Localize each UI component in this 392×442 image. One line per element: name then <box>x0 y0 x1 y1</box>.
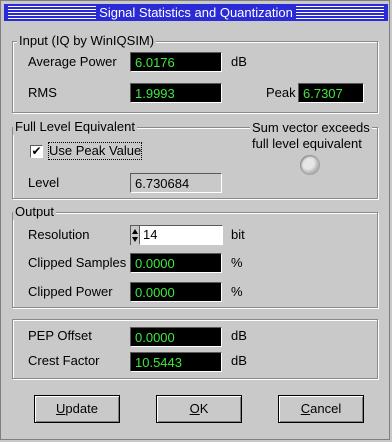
title-bar-stripes-left <box>8 6 96 19</box>
average-power-readout: 6.0176 <box>130 52 222 72</box>
spin-up-icon[interactable] <box>132 229 138 234</box>
full-level-group: Full Level Equivalent ✔ Use Peak Value L… <box>12 119 378 199</box>
warning-text-line2: full level equivalent <box>252 136 362 151</box>
resolution-label: Resolution <box>28 227 90 242</box>
update-button[interactable]: Update <box>34 395 120 423</box>
rms-readout: 1.9993 <box>130 83 222 103</box>
input-group: Input (IQ by WinIQSIM) Average Power 6.0… <box>12 33 378 113</box>
spin-down-icon[interactable] <box>132 237 138 242</box>
clipped-samples-readout: 0.0000 <box>130 253 222 273</box>
clipped-power-readout: 0.0000 <box>130 282 222 302</box>
checkmark-icon: ✔ <box>31 144 42 158</box>
full-level-group-label: Full Level Equivalent <box>13 119 137 135</box>
dialog-window: Signal Statistics and Quantization Input… <box>0 0 390 440</box>
update-label-rest: pdate <box>65 401 98 416</box>
use-peak-checkbox[interactable]: ✔ <box>30 145 43 158</box>
resolution-spinner[interactable] <box>130 225 139 245</box>
cancel-accelerator: C <box>300 401 311 416</box>
cancel-button[interactable]: Cancel <box>278 395 364 423</box>
output-group-label: Output <box>13 204 57 220</box>
peak-label: Peak <box>266 85 296 100</box>
clipped-power-unit: % <box>231 284 243 299</box>
title-bar[interactable]: Signal Statistics and Quantization <box>4 4 388 21</box>
warning-text-line1: Sum vector exceeds <box>250 120 372 136</box>
clipped-samples-label: Clipped Samples <box>28 255 127 270</box>
title-bar-stripes-right <box>296 6 384 19</box>
crest-factor-readout: 10.5443 <box>130 352 222 372</box>
rms-label: RMS <box>28 85 57 100</box>
update-accelerator: U <box>56 401 66 416</box>
pep-offset-label: PEP Offset <box>28 328 92 343</box>
peak-readout: 6.7307 <box>298 83 364 103</box>
ok-accelerator: O <box>189 401 200 416</box>
average-power-label: Average Power <box>28 54 117 69</box>
level-label: Level <box>28 175 60 190</box>
clipped-samples-unit: % <box>231 255 243 270</box>
average-power-unit: dB <box>231 54 247 69</box>
pep-offset-unit: dB <box>231 328 247 343</box>
crest-group: PEP Offset 0.0000 dB Crest Factor 10.544… <box>12 319 378 379</box>
resolution-input[interactable]: 14 <box>139 225 223 245</box>
ok-label-rest: K <box>199 401 209 416</box>
pep-offset-readout: 0.0000 <box>130 327 222 347</box>
level-value: 6.730684 <box>130 173 222 193</box>
cancel-label-rest: ancel <box>310 401 342 416</box>
window-title: Signal Statistics and Quantization <box>99 4 293 21</box>
ok-button[interactable]: OK <box>156 395 242 423</box>
output-group: Output Resolution 14 bit Clipped Samples… <box>12 204 378 308</box>
crest-factor-label: Crest Factor <box>28 353 100 368</box>
use-peak-label[interactable]: Use Peak Value <box>47 142 143 160</box>
resolution-unit: bit <box>231 227 245 242</box>
crest-factor-unit: dB <box>231 353 247 368</box>
clipped-power-label: Clipped Power <box>28 284 113 299</box>
warning-indicator-led <box>300 155 320 175</box>
input-group-label: Input (IQ by WinIQSIM) <box>17 33 157 49</box>
